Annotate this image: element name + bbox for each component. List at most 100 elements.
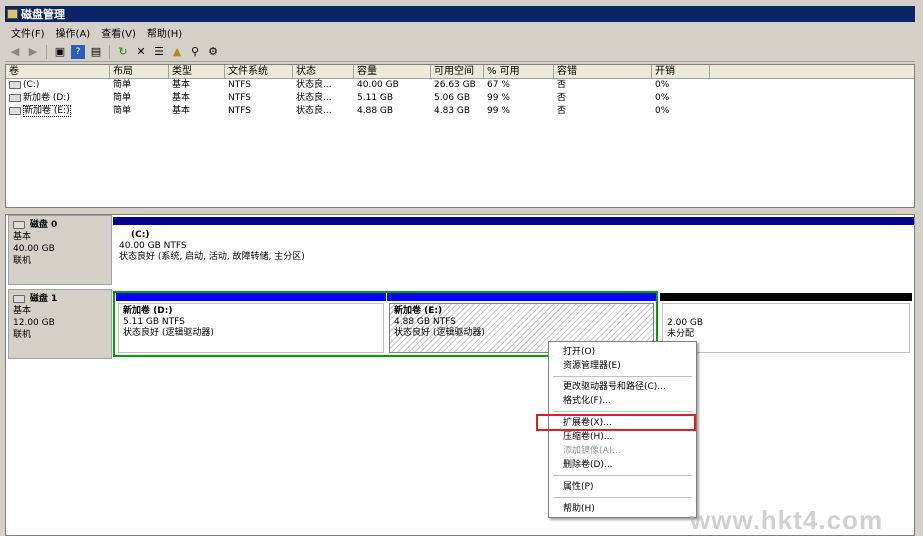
percent-free-cell: 99 % — [487, 106, 510, 116]
forward-icon[interactable]: ▶ — [26, 45, 40, 59]
overhead-cell: 0% — [655, 93, 670, 103]
free-space-cell: 4.83 GB — [434, 106, 471, 116]
help-icon[interactable]: ? — [71, 44, 85, 59]
menu-file[interactable]: 文件(F) — [5, 25, 50, 40]
column-header[interactable]: % 可用 — [484, 65, 554, 78]
disk-status: 联机 — [13, 256, 32, 266]
title-bar: 磁盘管理 — [5, 6, 915, 22]
volume-list-header: 卷 布局 类型 文件系统 状态 容量 可用空间 % 可用 容错 开销 — [6, 65, 914, 79]
column-header[interactable]: 状态 — [293, 65, 354, 78]
disk-icon — [9, 93, 21, 102]
disk-row: 磁盘 1 基本 12.00 GB 联机 新加卷 (D:) 5.11 GB NTF… — [6, 289, 914, 359]
layout-cell: 简单 — [113, 80, 132, 90]
column-header[interactable]: 类型 — [169, 65, 225, 78]
free-space-cell: 26.63 GB — [434, 80, 476, 90]
capacity-cell: 4.88 GB — [357, 106, 394, 116]
volume-name: 新加卷 (E:) — [23, 105, 71, 117]
disk-label[interactable]: 磁盘 1 基本 12.00 GB 联机 — [8, 289, 112, 359]
menu-item-add-mirror: 添加镜像(A)... — [563, 446, 621, 456]
filesystem-cell: NTFS — [228, 80, 251, 90]
unallocated-space[interactable]: 2.00 GB 未分配 — [660, 293, 912, 355]
disk-graph-view: 磁盘 0 基本 40.00 GB 联机 (C:) 40.00 GB NTFS 状… — [5, 214, 915, 536]
column-header[interactable]: 开销 — [652, 65, 710, 78]
overhead-cell: 0% — [655, 106, 670, 116]
menu-item-explore[interactable]: 资源管理器(E) — [563, 360, 621, 373]
column-header[interactable]: 布局 — [110, 65, 169, 78]
menu-item-open[interactable]: 打开(O) — [563, 346, 595, 359]
menu-action[interactable]: 操作(A) — [50, 25, 96, 40]
volume-name: (C:) — [23, 80, 40, 90]
type-cell: 基本 — [172, 93, 191, 103]
status-cell: 状态良... — [296, 106, 332, 116]
volume-c[interactable]: (C:) 40.00 GB NTFS 状态良好 (系统, 启动, 活动, 故障转… — [113, 217, 914, 283]
disk-label[interactable]: 磁盘 0 基本 40.00 GB 联机 — [8, 215, 112, 285]
volume-name: 新加卷 (D:) — [23, 93, 70, 103]
disk-icon — [13, 294, 25, 303]
logical-drive-bar — [116, 293, 386, 301]
unallocated-size: 2.00 GB — [667, 318, 704, 328]
logical-drive-bar — [387, 293, 656, 301]
filesystem-cell: NTFS — [228, 93, 251, 103]
watermark: www.hkt4.com — [690, 505, 884, 535]
disk-type: 基本 — [13, 232, 32, 242]
disk-icon — [9, 80, 21, 89]
volume-size: 40.00 GB NTFS — [119, 241, 187, 251]
column-header[interactable]: 卷 — [6, 65, 110, 78]
disk-management-icon — [7, 9, 18, 19]
menu-item-help[interactable]: 帮助(H) — [563, 503, 595, 516]
annotation-highlight-box — [536, 414, 696, 431]
view-icon[interactable]: ▤ — [89, 45, 103, 59]
disk-type: 基本 — [13, 306, 32, 316]
free-space-cell: 5.06 GB — [434, 93, 471, 103]
volume-cell: 新加卷 (E:) — [6, 105, 110, 118]
menu-view[interactable]: 查看(V) — [95, 25, 141, 40]
disk-status: 联机 — [13, 330, 32, 340]
fault-tolerance-cell: 否 — [557, 80, 567, 90]
menu-separator — [553, 411, 692, 412]
volume-cell: 新加卷 (D:) — [6, 92, 110, 105]
primary-partition-bar — [113, 217, 914, 225]
volume-name: (C:) — [131, 230, 150, 240]
menu-item-shrink-volume[interactable]: 压缩卷(H)... — [563, 431, 612, 444]
toolbar-divider — [109, 44, 110, 59]
refresh-icon[interactable]: ↻ — [116, 45, 130, 59]
search-icon[interactable]: ⚲ — [188, 45, 202, 59]
toolbar-divider — [46, 44, 47, 59]
properties-icon[interactable]: ☰ — [152, 45, 166, 59]
menu-item-change-drive-letter[interactable]: 更改驱动器号和路径(C)... — [563, 381, 666, 394]
menu-item-format[interactable]: 格式化(F)... — [563, 395, 611, 408]
column-header[interactable]: 可用空间 — [431, 65, 484, 78]
menu-help[interactable]: 帮助(H) — [141, 25, 187, 40]
volume-size: 4.88 GB NTFS — [394, 317, 456, 327]
disk-icon — [9, 106, 21, 115]
column-header[interactable]: 容错 — [554, 65, 652, 78]
status-cell: 状态良... — [296, 93, 332, 103]
percent-free-cell: 99 % — [487, 93, 510, 103]
layout-cell: 简单 — [113, 106, 132, 116]
disk-size: 12.00 GB — [13, 318, 55, 328]
table-row[interactable]: (C:) 简单 基本 NTFS 状态良... 40.00 GB 26.63 GB… — [6, 79, 914, 92]
delete-icon[interactable]: ✕ — [134, 45, 148, 59]
disk-icon — [13, 220, 25, 229]
volume-status: 状态良好 (逻辑驱动器) — [394, 328, 485, 338]
table-row[interactable]: 新加卷 (E:) 简单 基本 NTFS 状态良... 4.88 GB 4.83 … — [6, 105, 914, 118]
column-header[interactable]: 文件系统 — [225, 65, 293, 78]
column-header[interactable]: 容量 — [354, 65, 431, 78]
volume-cell: (C:) — [6, 79, 110, 92]
disk-row: 磁盘 0 基本 40.00 GB 联机 (C:) 40.00 GB NTFS 状… — [6, 215, 914, 285]
disk-name: 磁盘 1 — [29, 294, 58, 304]
volume-d[interactable]: 新加卷 (D:) 5.11 GB NTFS 状态良好 (逻辑驱动器) — [116, 293, 386, 355]
menu-item-properties[interactable]: 属性(P) — [563, 481, 593, 494]
menu-separator — [553, 475, 692, 476]
fault-tolerance-cell: 否 — [557, 106, 567, 116]
table-row[interactable]: 新加卷 (D:) 简单 基本 NTFS 状态良... 5.11 GB 5.06 … — [6, 92, 914, 105]
back-icon[interactable]: ◀ — [8, 45, 22, 59]
volume-status: 状态良好 (逻辑驱动器) — [123, 328, 214, 338]
console-icon[interactable]: ▣ — [53, 45, 67, 59]
menu-separator — [553, 376, 692, 377]
settings-icon[interactable]: ⚙ — [206, 45, 220, 59]
open-icon[interactable]: ▲ — [170, 45, 184, 59]
volume-list: 卷 布局 类型 文件系统 状态 容量 可用空间 % 可用 容错 开销 (C:) … — [5, 64, 915, 208]
capacity-cell: 40.00 GB — [357, 80, 399, 90]
menu-item-delete-volume[interactable]: 删除卷(D)... — [563, 459, 613, 472]
